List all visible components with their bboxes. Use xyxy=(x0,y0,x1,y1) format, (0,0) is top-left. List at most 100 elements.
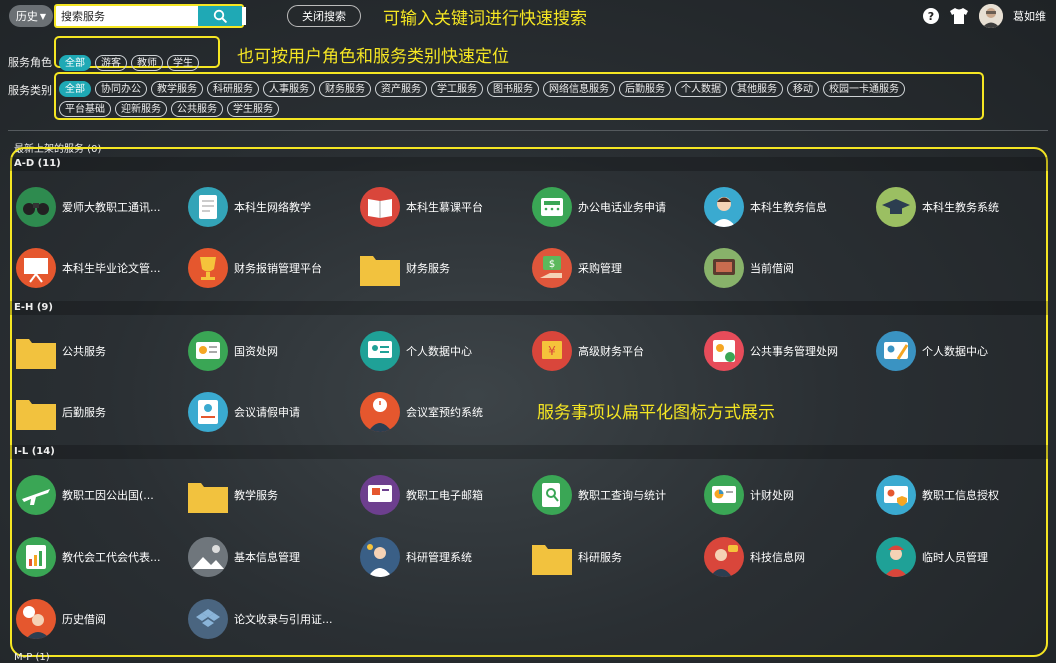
book-icon xyxy=(360,187,400,227)
service-item[interactable]: 基本信息管理 xyxy=(188,535,358,579)
image-placeholder-icon xyxy=(188,537,228,577)
service-item[interactable]: 个人数据中心 xyxy=(876,329,1046,373)
search-box xyxy=(54,4,246,28)
group-label: E-H (9) xyxy=(14,302,53,313)
service-item[interactable]: 会议室预约系统 xyxy=(360,390,530,434)
category-chip[interactable]: 移动 xyxy=(787,81,819,97)
pie-screen-icon xyxy=(704,475,744,515)
category-chip[interactable]: 公共服务 xyxy=(171,101,223,117)
category-chip[interactable]: 图书服务 xyxy=(487,81,539,97)
service-item[interactable]: 科研管理系统 xyxy=(360,535,530,579)
service-item[interactable]: 论文收录与引用证... xyxy=(188,597,358,641)
folder-icon xyxy=(16,392,56,432)
service-item[interactable]: $ 采购管理 xyxy=(532,246,702,290)
role-filter: 全部 游客 教师 学生 xyxy=(54,36,220,71)
service-item[interactable]: 国资处网 xyxy=(188,329,358,373)
service-item[interactable]: 爱师大教职工通讯... xyxy=(16,185,186,229)
service-item[interactable]: 个人数据中心 xyxy=(360,329,530,373)
top-bar: 历史 ▼ 关闭搜索 可输入关键词进行快速搜索 ? 葛如维 xyxy=(0,0,1056,32)
service-name: 国资处网 xyxy=(234,345,278,358)
service-item[interactable]: 教职工查询与统计 xyxy=(532,473,702,517)
category-row: 平台基础 迎新服务 公共服务 学生服务 xyxy=(59,99,982,119)
category-chip[interactable]: 校园一卡通服务 xyxy=(823,81,905,97)
service-name: 办公电话业务申请 xyxy=(578,201,666,214)
service-name: 教职工因公出国(... xyxy=(62,489,154,502)
role-filter-label: 服务角色 xyxy=(8,56,52,69)
category-chip[interactable]: 其他服务 xyxy=(731,81,783,97)
id-card-pen-icon xyxy=(876,331,916,371)
category-chip[interactable]: 资产服务 xyxy=(375,81,427,97)
service-name: 论文收录与引用证... xyxy=(234,613,333,626)
service-item[interactable]: 临时人员管理 xyxy=(876,535,1046,579)
service-name: 教职工信息授权 xyxy=(922,489,999,502)
service-item[interactable]: 计财处网 xyxy=(704,473,874,517)
service-name: 科研管理系统 xyxy=(406,551,472,564)
category-chip[interactable]: 迎新服务 xyxy=(115,101,167,117)
service-name: 会议室预约系统 xyxy=(406,406,483,419)
service-item[interactable]: 本科生教务信息 xyxy=(704,185,874,229)
service-item[interactable]: 教职工电子邮箱 xyxy=(360,473,530,517)
service-name: 科研服务 xyxy=(578,551,622,564)
service-name: 采购管理 xyxy=(578,262,622,275)
service-item[interactable]: 会议请假申请 xyxy=(188,390,358,434)
category-filter-label: 服务类别 xyxy=(8,84,52,97)
history-dropdown[interactable]: 历史 ▼ xyxy=(9,5,53,27)
phone-keypad-icon xyxy=(532,187,572,227)
category-chip[interactable]: 网络信息服务 xyxy=(543,81,615,97)
service-name: 本科生网络教学 xyxy=(234,201,311,214)
service-item[interactable]: 当前借阅 xyxy=(704,246,874,290)
service-item[interactable]: 公共事务管理处网 xyxy=(704,329,874,373)
user-area: ? 葛如维 xyxy=(923,4,1046,28)
service-item[interactable]: 教代会工代会代表... xyxy=(16,535,186,579)
service-name: 后勤服务 xyxy=(62,406,106,419)
service-item[interactable]: 财务服务 xyxy=(360,246,530,290)
user-card-arrows-icon xyxy=(188,392,228,432)
avatar[interactable] xyxy=(979,4,1003,28)
service-item[interactable]: 教职工因公出国(... xyxy=(16,473,186,517)
service-item[interactable]: 后勤服务 xyxy=(16,390,186,434)
search-button[interactable] xyxy=(198,6,242,26)
tshirt-icon[interactable] xyxy=(949,7,969,25)
user-list-icon xyxy=(704,331,744,371)
help-icon[interactable]: ? xyxy=(923,8,939,24)
category-chip[interactable]: 协同办公 xyxy=(95,81,147,97)
service-name: 基本信息管理 xyxy=(234,551,300,564)
service-item[interactable]: 历史借阅 xyxy=(16,597,186,641)
student-person-icon xyxy=(704,187,744,227)
service-item[interactable]: 办公电话业务申请 xyxy=(532,185,702,229)
category-chip[interactable]: 个人数据 xyxy=(675,81,727,97)
service-item[interactable]: 教职工信息授权 xyxy=(876,473,1046,517)
category-chip[interactable]: 科研服务 xyxy=(207,81,259,97)
service-name: 当前借阅 xyxy=(750,262,794,275)
service-item[interactable]: 科研服务 xyxy=(532,535,702,579)
service-item[interactable]: 科技信息网 xyxy=(704,535,874,579)
service-item[interactable]: 教学服务 xyxy=(188,473,358,517)
category-chip[interactable]: 平台基础 xyxy=(59,101,111,117)
service-name: 个人数据中心 xyxy=(922,345,988,358)
service-item[interactable]: 本科生网络教学 xyxy=(188,185,358,229)
service-item[interactable]: 本科生毕业论文管... xyxy=(16,246,186,290)
service-item[interactable]: ¥ 高级财务平台 xyxy=(532,329,702,373)
folder-icon xyxy=(360,248,400,288)
service-item[interactable]: 财务报销管理平台 xyxy=(188,246,358,290)
role-chip[interactable]: 教师 xyxy=(131,55,163,71)
category-filter: 全部 协同办公 教学服务 科研服务 人事服务 财务服务 资产服务 学工服务 图书服务 网络信息服务… xyxy=(54,72,984,120)
role-chip[interactable]: 游客 xyxy=(95,55,127,71)
category-chip[interactable]: 人事服务 xyxy=(263,81,315,97)
category-chip[interactable]: 后勤服务 xyxy=(619,81,671,97)
close-search-button[interactable]: 关闭搜索 xyxy=(287,5,361,27)
username[interactable]: 葛如维 xyxy=(1013,8,1046,24)
category-chip[interactable]: 学工服务 xyxy=(431,81,483,97)
group-label: M-P (1) xyxy=(14,652,50,663)
scientist-icon xyxy=(360,537,400,577)
service-item[interactable]: 本科生教务系统 xyxy=(876,185,1046,229)
category-chip[interactable]: 学生服务 xyxy=(227,101,279,117)
role-chip[interactable]: 学生 xyxy=(167,55,199,71)
search-document-icon xyxy=(532,475,572,515)
role-chip[interactable]: 全部 xyxy=(59,55,91,71)
category-chip[interactable]: 财务服务 xyxy=(319,81,371,97)
category-chip[interactable]: 全部 xyxy=(59,81,91,97)
category-chip[interactable]: 教学服务 xyxy=(151,81,203,97)
service-item[interactable]: 公共服务 xyxy=(16,329,186,373)
service-item[interactable]: 本科生慕课平台 xyxy=(360,185,530,229)
